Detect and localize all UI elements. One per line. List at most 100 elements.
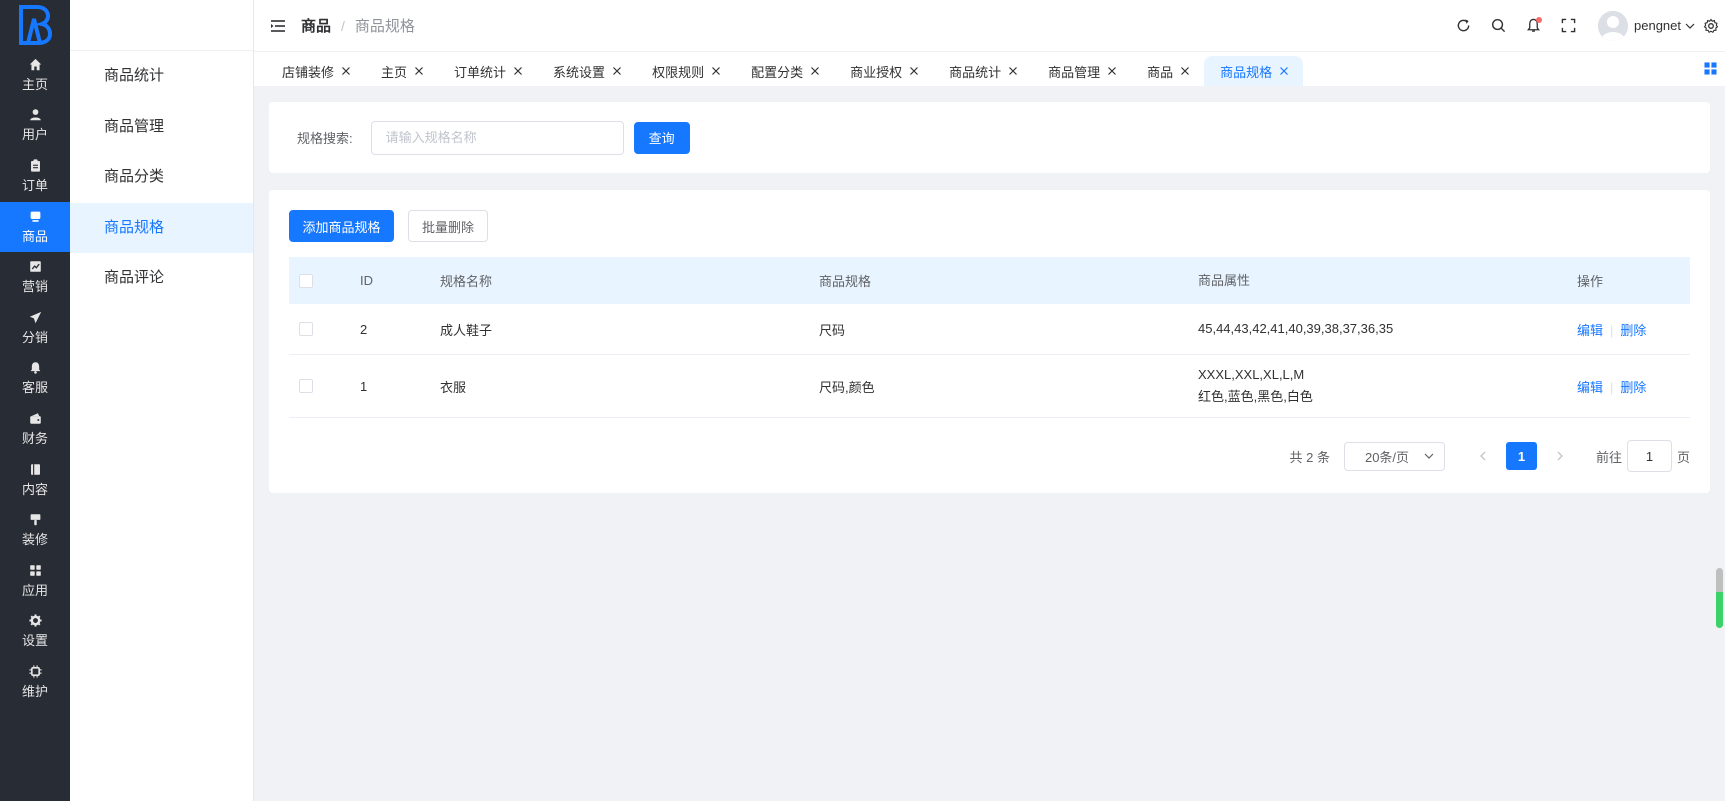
tab-product-stats[interactable]: 商品统计 — [933, 56, 1032, 86]
rail-item-apps[interactable]: 应用 — [0, 556, 70, 607]
rail-item-label: 应用 — [21, 582, 48, 598]
product-icon — [30, 211, 40, 222]
batch-delete-button[interactable]: 批量删除 — [408, 210, 488, 242]
tabs-menu-grid-icon[interactable] — [1704, 62, 1717, 75]
tab-order-stats[interactable]: 订单统计 — [438, 56, 537, 86]
user-menu[interactable]: pengnet — [1598, 10, 1695, 41]
add-spec-button[interactable]: 添加商品规格 — [289, 210, 394, 242]
page-suffix: 页 — [1676, 449, 1690, 465]
rail-item-marketing[interactable]: 营销 — [0, 252, 70, 303]
notification-button[interactable] — [1516, 8, 1551, 43]
spec-table: ID 规格名称 商品规格 商品属性 操作 2 成人鞋子 尺码 45,44,43,… — [289, 257, 1690, 418]
submenu-item-product-spec[interactable]: 商品规格 — [70, 202, 253, 254]
close-icon[interactable] — [1008, 66, 1018, 76]
brush-icon — [30, 514, 40, 526]
header-checkbox-cell — [289, 273, 360, 288]
close-icon[interactable] — [414, 66, 424, 76]
submenu-item-product-stats[interactable]: 商品统计 — [70, 51, 253, 102]
rail-item-decoration[interactable]: 装修 — [0, 505, 70, 556]
submenu-item-product-manage[interactable]: 商品管理 — [70, 102, 253, 153]
rail-item-finance[interactable]: 财务 — [0, 404, 70, 455]
rail-item-label: 设置 — [21, 633, 48, 649]
breadcrumb-child: 商品规格 — [354, 18, 415, 35]
rail-item-label: 装修 — [21, 532, 48, 548]
notification-dot — [1536, 17, 1542, 23]
page-size-value: 20条/页 — [1364, 449, 1410, 465]
delete-link[interactable]: 删除 — [1620, 380, 1646, 395]
action-separator: | — [1610, 322, 1614, 338]
select-all-checkbox[interactable] — [299, 273, 313, 288]
page-size-select[interactable]: 20条/页 — [1343, 441, 1445, 471]
main-nav-rail: 主页 用户 订单 商品 营销 分销 客服 财务 内容 装修 应用 设置 维护 — [0, 0, 70, 801]
cell-attr: 45,44,43,42,41,40,39,38,37,36,35 — [1198, 318, 1577, 340]
tab-label: 系统设置 — [553, 64, 606, 80]
tab-label: 商业授权 — [850, 64, 903, 80]
tab-label: 商品 — [1147, 64, 1174, 80]
tab-store-decoration[interactable]: 店铺装修 — [266, 56, 365, 86]
close-icon[interactable] — [711, 66, 721, 76]
secondary-menu-header — [70, 0, 253, 51]
prev-page-button[interactable] — [1469, 442, 1497, 470]
close-icon[interactable] — [513, 66, 523, 76]
rail-item-home[interactable]: 主页 — [0, 50, 70, 101]
rail-item-distribution[interactable]: 分销 — [0, 303, 70, 354]
rail-item-settings[interactable]: 设置 — [0, 607, 70, 658]
settings-gear-icon[interactable] — [1703, 18, 1719, 34]
tab-business-license[interactable]: 商业授权 — [834, 56, 933, 86]
rail-item-orders[interactable]: 订单 — [0, 151, 70, 202]
close-icon[interactable] — [1107, 66, 1117, 76]
row-checkbox[interactable] — [299, 322, 313, 336]
close-icon[interactable] — [1180, 66, 1190, 76]
close-icon[interactable] — [1279, 66, 1289, 76]
tab-home[interactable]: 主页 — [365, 56, 438, 86]
fullscreen-button[interactable] — [1551, 8, 1586, 43]
gear-icon — [28, 614, 42, 627]
chevron-down-icon — [1685, 23, 1695, 29]
brand-logo[interactable] — [0, 0, 70, 50]
query-button[interactable]: 查询 — [633, 121, 690, 154]
close-icon[interactable] — [909, 66, 919, 76]
tab-permission-rules[interactable]: 权限规则 — [636, 56, 735, 86]
rail-item-label: 分销 — [21, 329, 48, 345]
clipboard-icon — [30, 159, 40, 172]
rail-item-service[interactable]: 客服 — [0, 354, 70, 405]
cell-attr-line: 45,44,43,42,41,40,39,38,37,36,35 — [1198, 321, 1394, 336]
row-checkbox[interactable] — [299, 379, 313, 393]
page-number-current[interactable]: 1 — [1505, 442, 1537, 470]
tab-system-settings[interactable]: 系统设置 — [537, 56, 636, 86]
edit-link[interactable]: 编辑 — [1577, 380, 1603, 395]
search-button[interactable] — [1481, 8, 1516, 43]
row-checkbox-cell — [289, 379, 360, 393]
tab-config-category[interactable]: 配置分类 — [735, 56, 834, 86]
pagination-total: 共 2 条 — [1289, 449, 1330, 465]
close-icon[interactable] — [612, 66, 622, 76]
rail-item-maintenance[interactable]: 维护 — [0, 657, 70, 708]
submenu-item-product-reviews[interactable]: 商品评论 — [70, 253, 253, 304]
rail-item-label: 订单 — [21, 177, 48, 193]
breadcrumb-current[interactable]: 商品 — [301, 15, 331, 36]
tab-product-manage[interactable]: 商品管理 — [1032, 56, 1131, 86]
close-icon[interactable] — [341, 66, 351, 76]
rail-item-label: 营销 — [21, 279, 48, 295]
submenu-item-product-category[interactable]: 商品分类 — [70, 152, 253, 203]
edit-link[interactable]: 编辑 — [1577, 323, 1603, 338]
close-icon[interactable] — [810, 66, 820, 76]
tab-product[interactable]: 商品 — [1131, 56, 1204, 86]
grid-icon — [29, 564, 41, 576]
rail-item-products[interactable]: 商品 — [0, 201, 70, 253]
cell-attr-line: XXXL,XXL,XL,L,M — [1198, 367, 1305, 382]
scroll-indicator[interactable] — [1716, 568, 1723, 628]
goto-page-input[interactable] — [1626, 440, 1672, 472]
bell-icon — [30, 362, 40, 375]
delete-link[interactable]: 删除 — [1620, 323, 1646, 338]
cell-id: 1 — [360, 378, 368, 394]
refresh-icon — [1457, 19, 1470, 32]
rail-item-content[interactable]: 内容 — [0, 455, 70, 506]
next-page-button[interactable] — [1546, 442, 1574, 470]
spec-search-input[interactable] — [370, 120, 624, 155]
tab-product-spec[interactable]: 商品规格 — [1204, 56, 1304, 86]
refresh-button[interactable] — [1446, 8, 1481, 43]
rail-item-user[interactable]: 用户 — [0, 101, 70, 152]
menu-toggle-icon[interactable] — [270, 18, 286, 34]
spec-list-panel: 添加商品规格 批量删除 ID 规格名称 商品规格 商品属性 操作 2 成人鞋子 … — [269, 190, 1710, 493]
